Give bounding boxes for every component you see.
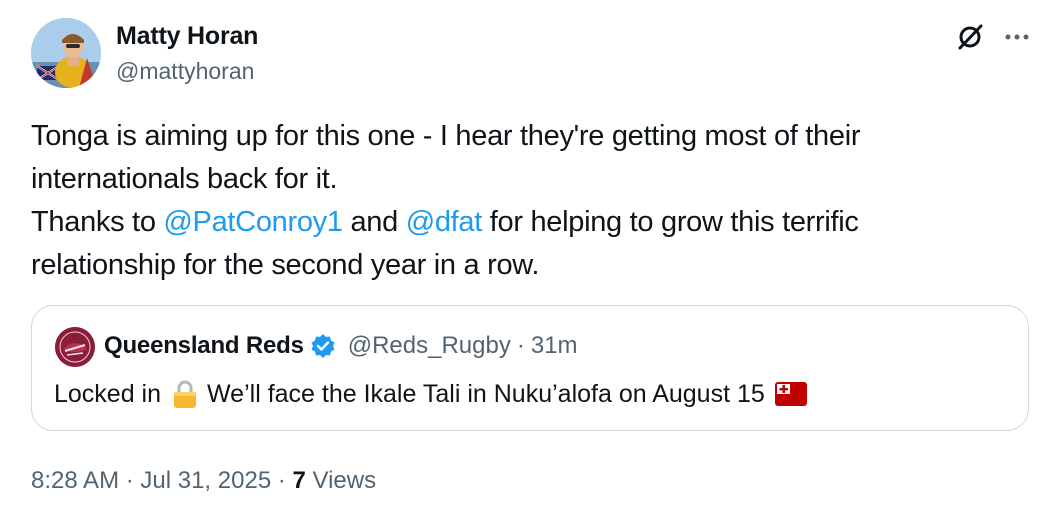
- views-label: Views: [305, 467, 377, 494]
- more-options-icon[interactable]: [1000, 20, 1034, 54]
- tweet-meta: 8:28 AM · Jul 31, 2025 · 7 Views: [31, 467, 376, 495]
- tweet-line-1: Tonga is aiming up for this one - I hear…: [31, 120, 861, 152]
- tweet-line-3-mid: and: [342, 206, 406, 238]
- author-avatar[interactable]: [31, 18, 101, 88]
- views-count: 7: [292, 467, 306, 494]
- quoted-tweet-card[interactable]: Queensland Reds @Reds_Rugby · 31m Locked…: [31, 305, 1029, 431]
- tweet-text: Tonga is aiming up for this one - I hear…: [31, 115, 1031, 287]
- quoted-author-avatar[interactable]: [55, 327, 95, 367]
- tweet-line-3-prefix: Thanks to: [31, 206, 164, 238]
- quoted-text: Locked in We’ll face the Ikale Tali in N…: [54, 379, 807, 409]
- post-date[interactable]: Jul 31, 2025: [140, 467, 271, 494]
- tonga-flag-icon: [774, 382, 807, 406]
- author-handle[interactable]: @mattyhoran: [116, 58, 254, 85]
- meta-separator-2: ·: [271, 467, 293, 494]
- meta-separator-1: ·: [119, 467, 141, 494]
- post-time[interactable]: 8:28 AM: [31, 467, 119, 494]
- tweet-line-3-suffix: for helping to grow this terrific: [482, 206, 859, 238]
- grok-icon[interactable]: [953, 20, 987, 54]
- tweet-line-3: Thanks to @PatConroy1 and @dfat for help…: [31, 201, 1031, 244]
- quoted-timestamp[interactable]: 31m: [531, 332, 578, 360]
- author-name[interactable]: Matty Horan: [116, 22, 258, 51]
- quoted-text-after: We’ll face the Ikale Tali in Nuku’alofa …: [207, 379, 765, 408]
- tweet-line-4: relationship for the second year in a ro…: [31, 249, 540, 281]
- mention-dfat[interactable]: @dfat: [406, 206, 483, 238]
- quoted-author-name[interactable]: Queensland Reds: [104, 332, 304, 360]
- mention-patconroy1[interactable]: @PatConroy1: [163, 206, 343, 238]
- quoted-text-before: Locked in: [54, 379, 162, 408]
- lock-icon: [174, 380, 197, 408]
- quoted-author-handle[interactable]: @Reds_Rugby: [348, 332, 511, 360]
- tweet-line-2: internationals back for it.: [31, 163, 338, 195]
- quoted-separator: ·: [516, 332, 525, 359]
- quoted-header: Queensland Reds @Reds_Rugby · 31m: [104, 332, 578, 360]
- verified-badge-icon: [311, 334, 335, 358]
